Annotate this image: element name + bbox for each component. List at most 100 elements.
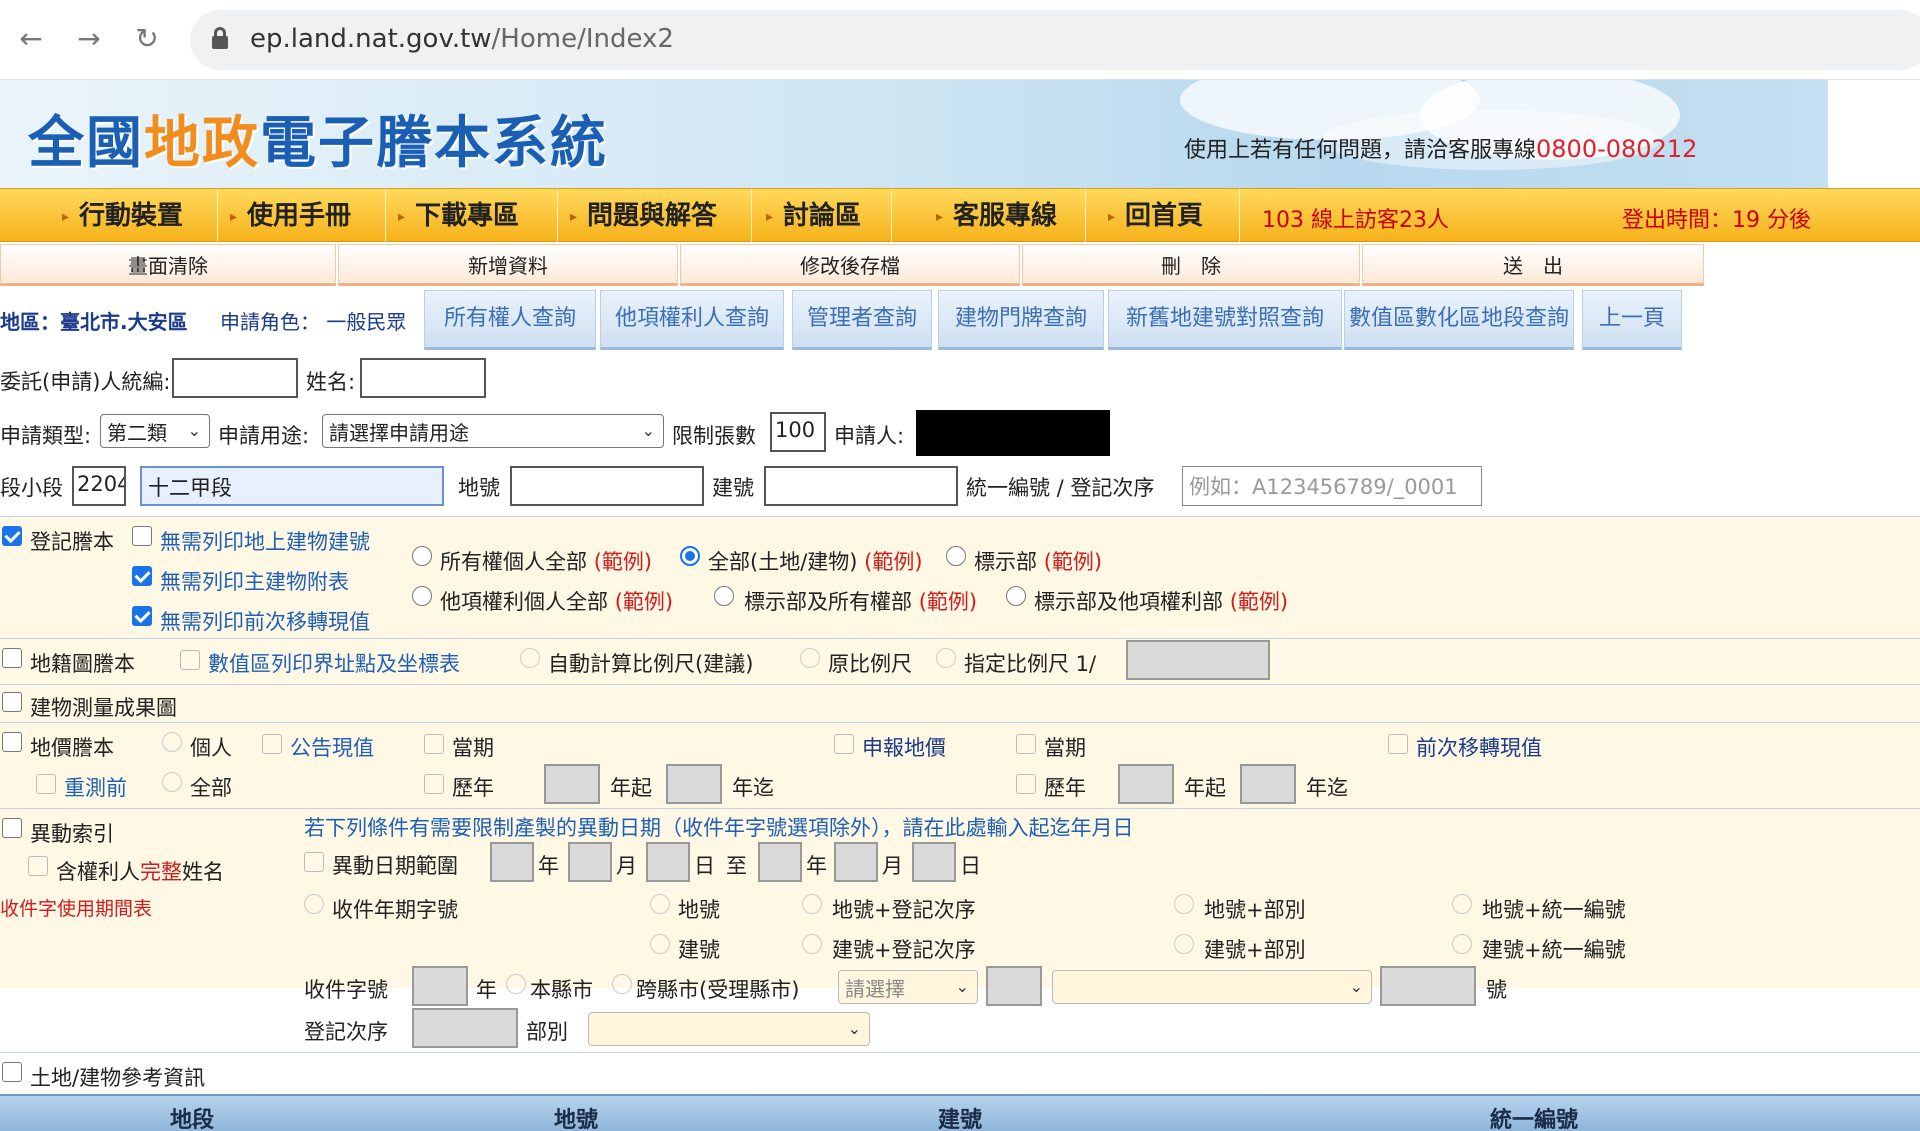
part-select[interactable]: ⌄ <box>588 1012 870 1046</box>
land-no-input[interactable] <box>510 466 704 506</box>
radio-all-land-building[interactable] <box>680 546 700 566</box>
clear-button[interactable]: 畫面清除 <box>0 244 336 286</box>
announced-year-to-input[interactable] <box>666 764 722 804</box>
reg-seq-input[interactable] <box>412 1008 518 1048</box>
menu-faq[interactable]: ▸ 問題與解答 <box>570 189 752 243</box>
from-day-input[interactable] <box>646 842 690 882</box>
section-name-input[interactable]: 十二甲段 <box>140 466 444 506</box>
receipt-number-input[interactable] <box>1380 966 1476 1006</box>
receipt-word-select[interactable]: ⌄ <box>1052 970 1372 1004</box>
radio-building-uid[interactable] <box>1452 934 1472 954</box>
announced-value-checkbox[interactable] <box>262 734 282 754</box>
prev-transfer-checkbox[interactable] <box>1388 734 1408 754</box>
announced-current-checkbox[interactable] <box>424 734 444 754</box>
menu-manual[interactable]: ▸ 使用手冊 <box>230 189 386 243</box>
no-main-building-checkbox[interactable] <box>132 566 152 586</box>
period-table-link[interactable]: 收件字使用期間表 <box>0 894 152 921</box>
radio-cross-county[interactable] <box>612 974 632 994</box>
radio-other-rights-all[interactable] <box>412 586 432 606</box>
radio-label-ownership[interactable] <box>714 586 734 606</box>
declared-past-checkbox[interactable] <box>1016 774 1036 794</box>
receipt-year-input[interactable] <box>412 966 468 1006</box>
to-year-input[interactable] <box>758 842 802 882</box>
name-input[interactable] <box>360 358 486 398</box>
tab-owner-query[interactable]: 所有權人查詢 <box>424 290 596 350</box>
cadastral-checkbox[interactable] <box>2 648 22 668</box>
resurvey-checkbox[interactable] <box>36 774 56 794</box>
submit-button[interactable]: 送 出 <box>1362 244 1704 286</box>
application-form: 委託(申請)人統編: 姓名: 申請類型: 第二類 ⌄ 申請用途: 請選擇申請用途 ⌄… <box>0 352 1920 1131</box>
declared-current-checkbox[interactable] <box>1016 734 1036 754</box>
radio-building[interactable] <box>650 934 670 954</box>
boundary-points-checkbox[interactable] <box>180 650 200 670</box>
tab-other-rights-query[interactable]: 他項權利人查詢 <box>600 290 784 350</box>
delegate-id-input[interactable] <box>172 358 298 398</box>
address-bar[interactable]: ep.land.nat.gov.tw/Home/Index2 <box>190 10 1920 70</box>
receipt-office-input[interactable] <box>986 966 1042 1006</box>
save-button[interactable]: 修改後存檔 <box>680 244 1020 286</box>
scale-input[interactable] <box>1126 640 1270 680</box>
reload-icon[interactable]: ↻ <box>130 22 164 56</box>
from-year-input[interactable] <box>490 842 534 882</box>
building-survey-checkbox[interactable] <box>2 692 22 712</box>
radio-personal[interactable] <box>162 732 182 752</box>
tab-number-mapping-query[interactable]: 新舊地建號對照查詢 <box>1108 290 1342 350</box>
purpose-select[interactable]: 請選擇申請用途 ⌄ <box>322 414 664 448</box>
radio-receipt[interactable] <box>304 894 324 914</box>
forward-icon[interactable]: → <box>72 22 106 56</box>
declared-year-from-input[interactable] <box>1118 764 1174 804</box>
radio-this-county[interactable] <box>506 974 526 994</box>
menu-support[interactable]: ▸ 客服專線 <box>936 189 1086 243</box>
radio-land-uid[interactable] <box>1452 894 1472 914</box>
radio-all[interactable] <box>162 772 182 792</box>
tab-manager-query[interactable]: 管理者查詢 <box>792 290 932 350</box>
date-range-checkbox[interactable] <box>304 852 324 872</box>
radio-land-seq[interactable] <box>802 894 822 914</box>
to-month-input[interactable] <box>834 842 878 882</box>
declared-price-checkbox[interactable] <box>834 734 854 754</box>
building-no-input[interactable] <box>764 466 958 506</box>
limit-input[interactable]: 100 <box>770 412 826 452</box>
radio-land-part[interactable] <box>1174 894 1194 914</box>
radio-building-seq[interactable] <box>802 934 822 954</box>
tab-section-query[interactable]: 數值區數化區地段查詢 <box>1344 290 1574 350</box>
tab-address-query[interactable]: 建物門牌查詢 <box>938 290 1104 350</box>
radio-specify-scale[interactable] <box>936 648 956 668</box>
previous-page-button[interactable]: 上一頁 <box>1582 290 1682 350</box>
county-select[interactable]: 請選擇 ⌄ <box>838 970 978 1004</box>
menu-home[interactable]: ▸ 回首頁 <box>1108 189 1240 243</box>
cross-county-label: 跨縣市(受理縣市) <box>636 978 800 1002</box>
add-button[interactable]: 新增資料 <box>338 244 678 286</box>
radio-land[interactable] <box>650 894 670 914</box>
land-price-checkbox[interactable] <box>2 732 22 752</box>
announced-past-checkbox[interactable] <box>424 774 444 794</box>
declared-year-to-input[interactable] <box>1240 764 1296 804</box>
applicant-redacted <box>916 410 1110 456</box>
radio-label-other-rights[interactable] <box>1006 586 1026 606</box>
change-notice: 若下列條件有需要限制產製的異動日期（收件年字號選項除外），請在此處輸入起迄年月日 <box>304 816 1134 840</box>
no-prev-transfer-checkbox[interactable] <box>132 606 152 626</box>
radio-auto-scale[interactable] <box>520 648 540 668</box>
delete-button[interactable]: 刪 除 <box>1022 244 1360 286</box>
register-checkbox[interactable] <box>2 526 22 546</box>
apply-type-select[interactable]: 第二類 ⌄ <box>100 414 210 448</box>
include-name-checkbox[interactable] <box>28 856 48 876</box>
menu-download[interactable]: ▸ 下載專區 <box>398 189 558 243</box>
no-building-no-checkbox[interactable] <box>132 526 152 546</box>
change-index-checkbox[interactable] <box>2 818 22 838</box>
radio-label-part[interactable] <box>946 546 966 566</box>
back-icon[interactable]: ← <box>14 22 48 56</box>
radio-building-part[interactable] <box>1174 934 1194 954</box>
reference-checkbox[interactable] <box>2 1062 22 1082</box>
url-text: ep.land.nat.gov.tw/Home/Index2 <box>250 24 674 54</box>
radio-owner-all[interactable] <box>412 546 432 566</box>
announced-year-from-input[interactable] <box>544 764 600 804</box>
radio-original-scale[interactable] <box>800 648 820 668</box>
to-day-input[interactable] <box>912 842 956 882</box>
menu-forum[interactable]: ▸ 討論區 <box>766 189 892 243</box>
site-logo[interactable]: 全國地政電子謄本系統 <box>28 98 608 179</box>
section-code-input[interactable]: 2204 <box>72 466 126 506</box>
from-month-input[interactable] <box>568 842 612 882</box>
menu-mobile[interactable]: ▸ 行動裝置 <box>62 189 218 243</box>
uid-input[interactable]: 例如：A123456789/_0001 <box>1182 466 1482 506</box>
